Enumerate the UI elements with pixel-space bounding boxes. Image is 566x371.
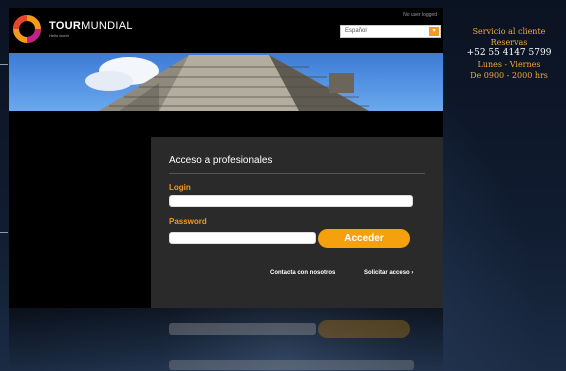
- login-label: Login: [169, 183, 191, 192]
- side-divider: [0, 232, 8, 233]
- reflection-content: [9, 308, 443, 371]
- website-screen: TOURMUNDIAL Hello world No user logged E…: [9, 8, 443, 308]
- tourmundial-logo-icon[interactable]: [12, 14, 42, 44]
- pyramid-banner: [9, 53, 443, 111]
- language-value: Español: [345, 28, 367, 34]
- brand-name-bold: TOUR: [49, 20, 82, 32]
- request-access-label: Solicitar acceso: [364, 270, 410, 276]
- brand-name[interactable]: TOURMUNDIAL: [49, 20, 133, 32]
- pyramid-image: [9, 53, 443, 111]
- login-status: No user logged: [403, 12, 437, 18]
- site-header: TOURMUNDIAL Hello world No user logged E…: [9, 8, 443, 53]
- side-divider: [0, 64, 8, 65]
- panel-title: Acceso a profesionales: [169, 155, 273, 166]
- service-hours: De 0900 - 2000 hrs: [470, 71, 548, 80]
- request-access-link[interactable]: Solicitar acceso ›: [364, 270, 413, 276]
- reflected-button: [318, 320, 410, 338]
- brand-tagline: Hello world: [49, 33, 69, 38]
- chevron-down-icon[interactable]: ▾: [429, 27, 439, 36]
- chevron-right-icon: ›: [411, 270, 414, 276]
- password-label: Password: [169, 217, 207, 226]
- password-input[interactable]: [169, 232, 316, 244]
- brand-name-rest: MUNDIAL: [81, 20, 133, 32]
- reflected-password-field: [169, 323, 316, 335]
- service-title: Servicio al cliente: [472, 27, 546, 36]
- login-input[interactable]: [169, 195, 413, 207]
- service-subtitle: Reservas: [490, 38, 528, 47]
- reflected-login-field: [169, 360, 414, 370]
- contact-link[interactable]: Contacta con nosotros: [270, 270, 335, 276]
- divider: [169, 173, 425, 174]
- acceder-button[interactable]: Acceder: [318, 229, 410, 248]
- language-select[interactable]: Español ▾: [340, 25, 441, 38]
- customer-service-info: Servicio al cliente Reservas +52 55 4147…: [452, 26, 566, 81]
- service-days: Lunes - Viernes: [477, 60, 541, 69]
- service-phone: +52 55 4147 5799: [466, 48, 552, 58]
- login-panel: Acceso a profesionales Login Password Ac…: [151, 137, 443, 308]
- screen-reflection: [9, 308, 443, 371]
